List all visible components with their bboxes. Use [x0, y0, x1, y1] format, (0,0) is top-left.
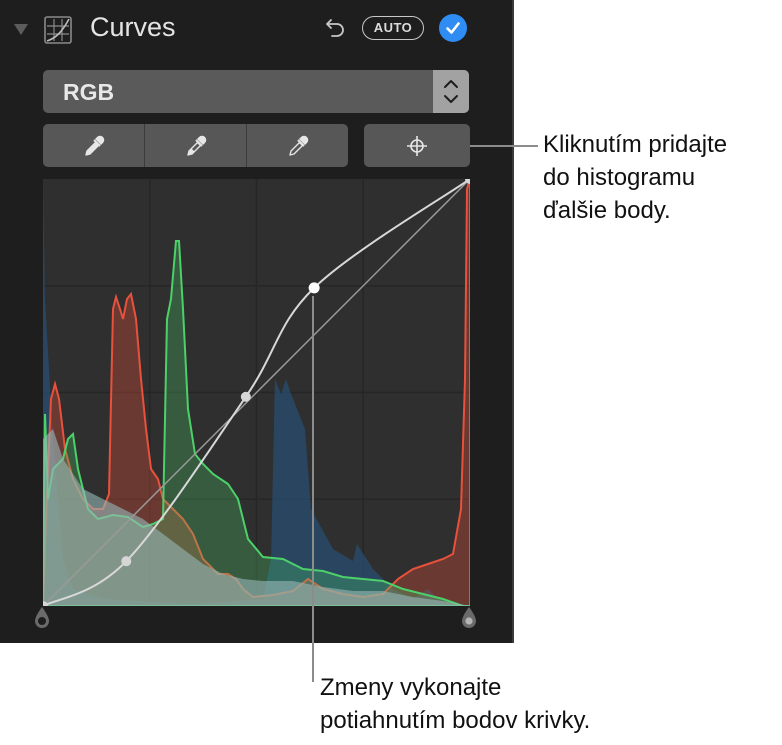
crosshair-icon: [407, 135, 427, 156]
white-point-handle[interactable]: [460, 606, 478, 630]
channel-select-stepper[interactable]: [433, 70, 469, 113]
disclosure-triangle-icon[interactable]: [14, 24, 28, 35]
checkmark-icon: [446, 22, 460, 34]
eyedropper-filled-icon: [84, 135, 104, 156]
callout-add-points: Kliknutím pridajte do histogramu ďalšie …: [543, 131, 728, 224]
undo-icon[interactable]: [324, 15, 348, 41]
enable-curves-button[interactable]: [439, 14, 467, 42]
black-point-eyedropper-button[interactable]: [43, 124, 144, 167]
panel-edge: [512, 0, 514, 643]
chevron-up-down-icon: [444, 80, 458, 103]
black-point-handle[interactable]: [33, 606, 51, 630]
auto-button[interactable]: AUTO: [362, 16, 424, 40]
histogram-canvas[interactable]: [43, 179, 470, 606]
gray-point-eyedropper-button[interactable]: [144, 124, 246, 167]
curves-histogram[interactable]: [43, 179, 470, 606]
callout-line-add-points: [470, 145, 538, 147]
curves-panel: Curves AUTO RGB: [0, 0, 512, 643]
curve-point[interactable]: [308, 282, 320, 294]
curves-header: Curves AUTO: [0, 0, 512, 62]
curve-point[interactable]: [240, 391, 251, 402]
curves-grid-icon: [44, 16, 72, 44]
white-point-eyedropper-button[interactable]: [246, 124, 348, 167]
add-point-button[interactable]: [364, 124, 470, 167]
callout-line-drag-points: [312, 296, 314, 682]
channel-select[interactable]: RGB: [43, 70, 469, 113]
callout-drag-points: Zmeny vykonajte potiahnutím bodov krivky…: [320, 674, 591, 734]
eyedropper-half-icon: [186, 135, 206, 156]
curve-point[interactable]: [121, 556, 132, 567]
channel-select-value: RGB: [63, 79, 115, 105]
eyedropper-segmented-control: [43, 124, 348, 167]
eyedropper-outline-icon: [288, 135, 308, 156]
panel-title: Curves: [90, 12, 176, 42]
